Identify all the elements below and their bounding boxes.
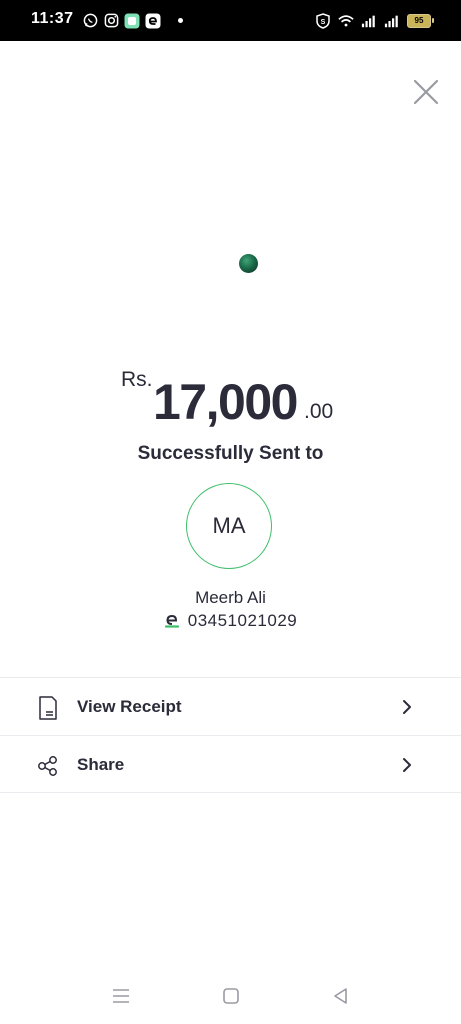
status-time: 11:37 bbox=[31, 10, 74, 27]
easypaisa-icon bbox=[145, 13, 161, 29]
back-icon bbox=[334, 988, 347, 1004]
recipient-name: Meerb Ali bbox=[195, 588, 266, 607]
battery-icon: 95 bbox=[407, 13, 434, 28]
system-icons: S 95 bbox=[315, 12, 434, 29]
home-button[interactable] bbox=[220, 986, 244, 1006]
avatar-initials: MA bbox=[212, 513, 246, 538]
receipt-icon bbox=[39, 696, 57, 720]
divider bbox=[0, 792, 461, 793]
menu-icon bbox=[113, 989, 129, 1003]
share-icon bbox=[38, 756, 57, 776]
signal-icon bbox=[361, 13, 377, 29]
whatsapp-icon bbox=[82, 13, 98, 29]
easypaisa-logo-icon bbox=[164, 614, 179, 628]
share-button[interactable]: Share bbox=[0, 737, 461, 793]
success-message: Successfully Sent to bbox=[137, 443, 324, 464]
divider bbox=[0, 735, 461, 736]
view-receipt-label: View Receipt bbox=[77, 697, 182, 716]
recipient-account: 03451021029 bbox=[0, 611, 461, 631]
svg-text:S: S bbox=[321, 19, 326, 26]
chevron-right-icon bbox=[403, 758, 411, 772]
vpn-icon: S bbox=[315, 12, 331, 29]
recents-button[interactable] bbox=[110, 986, 134, 1006]
amount-display: Rs. 17,000 .00 bbox=[0, 366, 461, 436]
system-nav-bar bbox=[0, 972, 461, 1024]
signal-icon bbox=[384, 13, 400, 29]
amount-decimal: .00 bbox=[304, 400, 334, 423]
close-button[interactable] bbox=[410, 76, 442, 108]
chevron-right-icon bbox=[403, 700, 411, 714]
status-bar: 11:37 S 95 bbox=[0, 0, 461, 41]
share-label: Share bbox=[77, 755, 125, 774]
loading-indicator bbox=[239, 254, 258, 273]
divider bbox=[0, 677, 461, 678]
chat-app-icon bbox=[124, 13, 140, 29]
amount-currency: Rs. bbox=[121, 368, 153, 391]
close-icon bbox=[413, 79, 439, 105]
avatar: MA bbox=[186, 483, 272, 569]
recipient-number: 03451021029 bbox=[187, 611, 298, 630]
notification-icons bbox=[82, 12, 183, 29]
amount-value: 17,000 bbox=[153, 374, 298, 430]
back-button[interactable] bbox=[330, 986, 354, 1006]
wifi-icon bbox=[338, 13, 354, 29]
home-icon bbox=[223, 988, 239, 1004]
view-receipt-button[interactable]: View Receipt bbox=[0, 679, 461, 735]
instagram-icon bbox=[103, 13, 119, 29]
notification-dot bbox=[178, 18, 183, 23]
